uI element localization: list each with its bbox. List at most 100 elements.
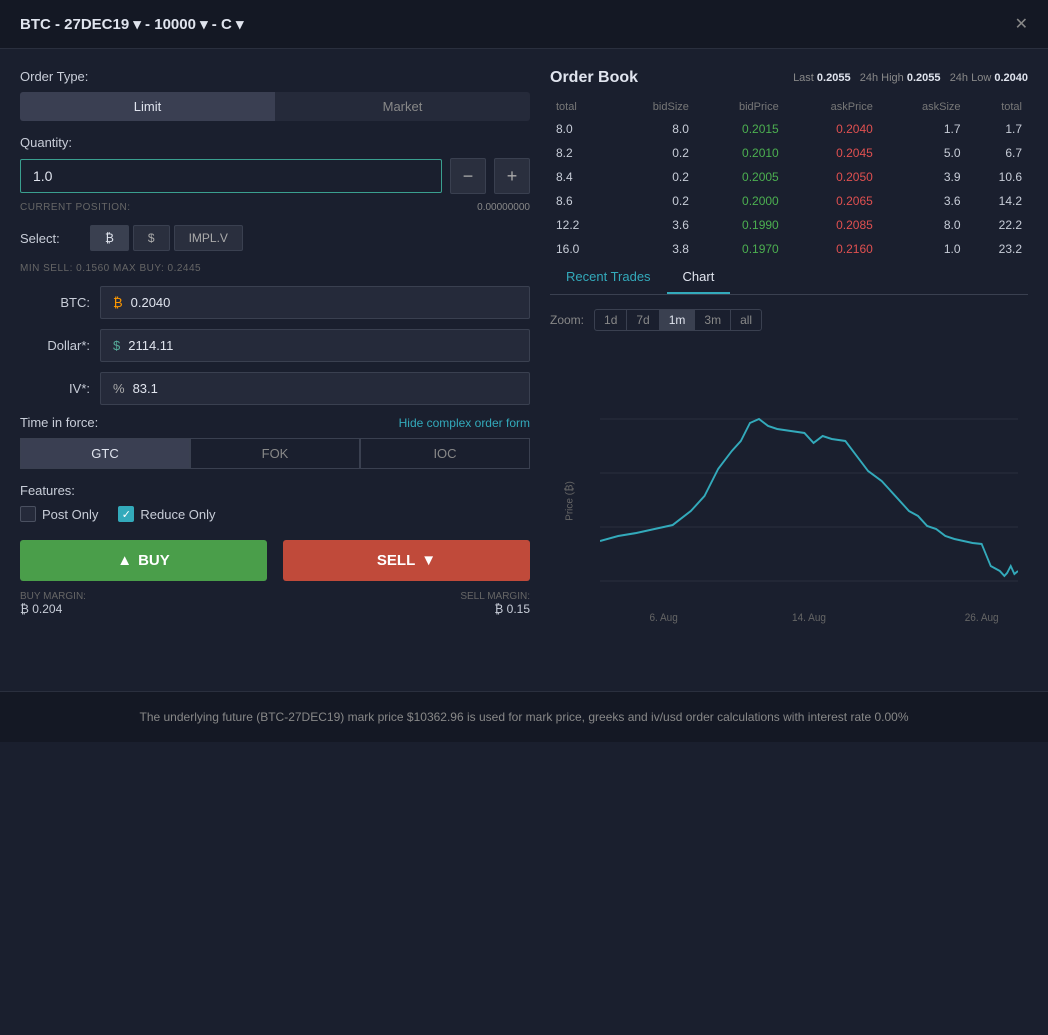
tab-chart[interactable]: Chart bbox=[667, 261, 731, 294]
sell-button[interactable]: SELL ▼ bbox=[283, 540, 530, 581]
min-max-row: MIN SELL: 0.1560 MAX BUY: 0.2445 bbox=[20, 263, 530, 274]
dollar-label: Dollar*: bbox=[20, 338, 90, 353]
last-label: Last bbox=[793, 72, 814, 84]
24h-high-label: 24h High bbox=[860, 72, 904, 84]
cell-total1: 8.0 bbox=[550, 117, 611, 141]
cell-total2: 1.7 bbox=[967, 117, 1028, 141]
cell-ask-size: 8.0 bbox=[879, 213, 967, 237]
btc-icon: ₿ bbox=[113, 295, 123, 310]
tif-section: Time in force: Hide complex order form G… bbox=[20, 415, 530, 469]
cell-ask-size: 5.0 bbox=[879, 141, 967, 165]
table-row: 8.0 8.0 0.2015 0.2040 1.7 1.7 bbox=[550, 117, 1028, 141]
post-only-label: Post Only bbox=[42, 507, 98, 522]
table-row: 8.4 0.2 0.2005 0.2050 3.9 10.6 bbox=[550, 165, 1028, 189]
select-btc[interactable]: ₿ bbox=[90, 225, 129, 251]
action-buttons: ▲ BUY SELL ▼ bbox=[20, 540, 530, 581]
price-row-dollar: Dollar*: $ 2114.11 bbox=[20, 329, 530, 362]
cell-ask-price: 0.2160 bbox=[785, 237, 879, 261]
post-only-checkbox[interactable] bbox=[20, 506, 36, 522]
features-label: Features: bbox=[20, 483, 530, 498]
cell-ask-size: 3.9 bbox=[879, 165, 967, 189]
sell-margin-value: ₿ 0.15 bbox=[460, 602, 530, 616]
col-bid-price: bidPrice bbox=[695, 97, 785, 117]
order-book-table: total bidSize bidPrice askPrice askSize … bbox=[550, 97, 1028, 261]
quantity-input[interactable] bbox=[20, 159, 442, 193]
cell-bid-size: 0.2 bbox=[611, 189, 694, 213]
last-value: 0.2055 bbox=[817, 72, 851, 84]
zoom-all[interactable]: all bbox=[731, 310, 761, 330]
sell-margin: SELL MARGIN: ₿ 0.15 bbox=[460, 591, 530, 616]
cell-ask-size: 1.0 bbox=[879, 237, 967, 261]
feature-reduce-only[interactable]: ✓ Reduce Only bbox=[118, 506, 215, 522]
24h-high-value: 0.2055 bbox=[907, 72, 941, 84]
hide-complex-form-link[interactable]: Hide complex order form bbox=[399, 416, 530, 430]
feature-post-only[interactable]: Post Only bbox=[20, 506, 98, 522]
select-label: Select: bbox=[20, 231, 80, 246]
cell-ask-size: 3.6 bbox=[879, 189, 967, 213]
margin-row: BUY MARGIN: ₿ 0.204 SELL MARGIN: ₿ 0.15 bbox=[20, 591, 530, 616]
btc-price-input[interactable]: ₿ 0.2040 bbox=[100, 286, 530, 319]
quantity-increment[interactable]: + bbox=[494, 158, 530, 194]
cell-total2: 10.6 bbox=[967, 165, 1028, 189]
col-total2: total bbox=[967, 97, 1028, 117]
24h-low-value: 0.2040 bbox=[994, 72, 1028, 84]
dollar-price-input[interactable]: $ 2114.11 bbox=[100, 329, 530, 362]
iv-label: IV*: bbox=[20, 381, 90, 396]
select-dollar[interactable]: $ bbox=[133, 225, 170, 251]
footer-text: The underlying future (BTC-27DEC19) mark… bbox=[139, 710, 908, 724]
quantity-decrement[interactable]: − bbox=[450, 158, 486, 194]
tif-ioc[interactable]: IOC bbox=[360, 438, 530, 469]
zoom-7d[interactable]: 7d bbox=[627, 310, 659, 330]
table-row: 8.6 0.2 0.2000 0.2065 3.6 14.2 bbox=[550, 189, 1028, 213]
iv-price-input[interactable]: % 83.1 bbox=[100, 372, 530, 405]
order-type-label: Order Type: bbox=[20, 69, 530, 84]
cell-ask-size: 1.7 bbox=[879, 117, 967, 141]
footer-note: The underlying future (BTC-27DEC19) mark… bbox=[0, 691, 1048, 742]
chart-svg: 0.15 0.2 0.25 0.3 6. Aug 14. Aug 26. Aug bbox=[600, 351, 1018, 631]
cell-bid-price: 0.1970 bbox=[695, 237, 785, 261]
buy-button[interactable]: ▲ BUY bbox=[20, 540, 267, 581]
zoom-1m[interactable]: 1m bbox=[660, 310, 696, 330]
svg-text:14. Aug: 14. Aug bbox=[792, 612, 826, 625]
dollar-icon: $ bbox=[113, 338, 120, 353]
quantity-row: − + bbox=[20, 158, 530, 194]
reduce-only-label: Reduce Only bbox=[140, 507, 215, 522]
buy-margin: BUY MARGIN: ₿ 0.204 bbox=[20, 591, 86, 616]
col-total1: total bbox=[550, 97, 611, 117]
tab-limit[interactable]: Limit bbox=[20, 92, 275, 121]
table-row: 12.2 3.6 0.1990 0.2085 8.0 22.2 bbox=[550, 213, 1028, 237]
reduce-only-checkbox[interactable]: ✓ bbox=[118, 506, 134, 522]
cell-total1: 8.6 bbox=[550, 189, 611, 213]
close-button[interactable]: ✕ bbox=[1015, 14, 1028, 34]
zoom-1d[interactable]: 1d bbox=[595, 310, 627, 330]
tif-gtc[interactable]: GTC bbox=[20, 438, 190, 469]
zoom-buttons: 1d 7d 1m 3m all bbox=[594, 309, 762, 331]
current-position-row: CURRENT POSITION: 0.00000000 bbox=[20, 202, 530, 213]
iv-price-value: 83.1 bbox=[133, 381, 158, 396]
cell-ask-price: 0.2045 bbox=[785, 141, 879, 165]
table-row: 8.2 0.2 0.2010 0.2045 5.0 6.7 bbox=[550, 141, 1028, 165]
cell-ask-price: 0.2085 bbox=[785, 213, 879, 237]
buy-margin-label: BUY MARGIN: bbox=[20, 591, 86, 602]
cell-ask-price: 0.2050 bbox=[785, 165, 879, 189]
order-type-tabs: Limit Market bbox=[20, 92, 530, 121]
cell-total2: 6.7 bbox=[967, 141, 1028, 165]
cell-bid-size: 3.6 bbox=[611, 213, 694, 237]
cell-bid-size: 3.8 bbox=[611, 237, 694, 261]
tab-recent-trades[interactable]: Recent Trades bbox=[550, 261, 667, 294]
tab-market[interactable]: Market bbox=[275, 92, 530, 121]
cell-ask-price: 0.2065 bbox=[785, 189, 879, 213]
zoom-3m[interactable]: 3m bbox=[695, 310, 731, 330]
sell-margin-label: SELL MARGIN: bbox=[460, 591, 530, 602]
cell-bid-size: 8.0 bbox=[611, 117, 694, 141]
tif-fok[interactable]: FOK bbox=[190, 438, 360, 469]
cell-bid-price: 0.2015 bbox=[695, 117, 785, 141]
select-implv[interactable]: IMPL.V bbox=[174, 225, 243, 251]
checkmark-icon: ✓ bbox=[122, 508, 131, 521]
chart-controls: Zoom: 1d 7d 1m 3m all bbox=[550, 309, 1028, 331]
quantity-label: Quantity: bbox=[20, 135, 530, 150]
dollar-price-value: 2114.11 bbox=[128, 338, 173, 353]
chart-area: Price (₿) 0.15 0.2 0.25 0.3 6. Aug 14. A… bbox=[550, 341, 1028, 661]
svg-text:26. Aug: 26. Aug bbox=[965, 612, 999, 625]
sell-arrow-icon: ▼ bbox=[421, 552, 436, 569]
